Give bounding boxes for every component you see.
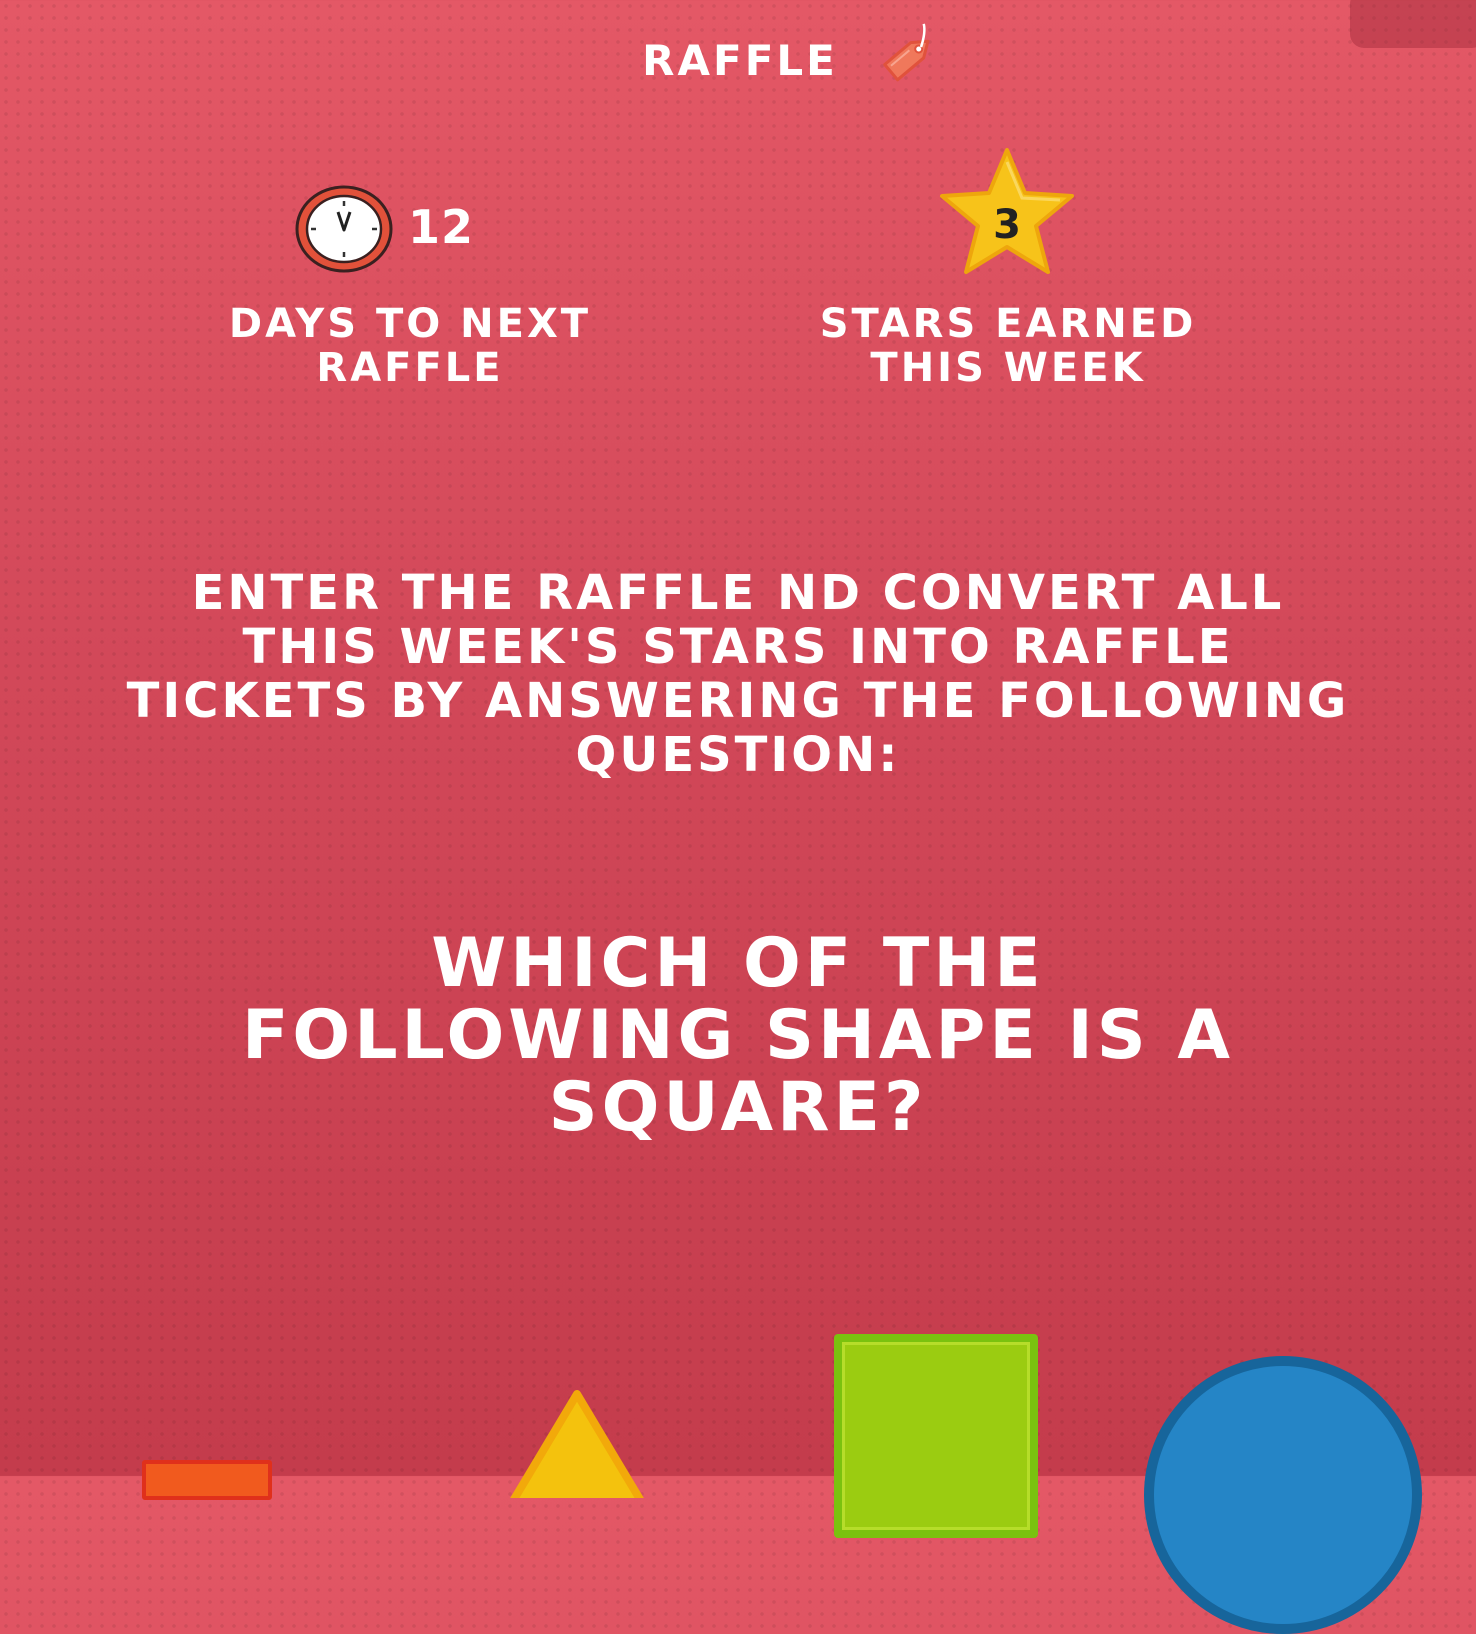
stars-label: STARS EARNED THIS WEEK — [819, 301, 1197, 391]
stars-count: 3 — [993, 202, 1021, 248]
question-text: WHICH OF THE FOLLOWING SHAPE IS A SQUARE… — [241, 924, 1235, 1147]
days-count: 12 — [408, 200, 475, 254]
instruction-text: ENTER THE RAFFLE ND CONVERT ALL THIS WEE… — [126, 565, 1350, 783]
days-label: DAYS TO NEXT RAFFLE — [228, 301, 592, 391]
clock-icon — [295, 185, 393, 273]
tag-icon — [883, 23, 930, 82]
square-option[interactable] — [834, 1334, 1038, 1538]
circle-option[interactable] — [1144, 1356, 1422, 1634]
top-corner-button[interactable] — [1350, 0, 1476, 48]
triangle-option[interactable] — [504, 1388, 650, 1498]
orange-square-option[interactable] — [142, 1460, 272, 1500]
page-title: RAFFLE — [642, 36, 838, 85]
